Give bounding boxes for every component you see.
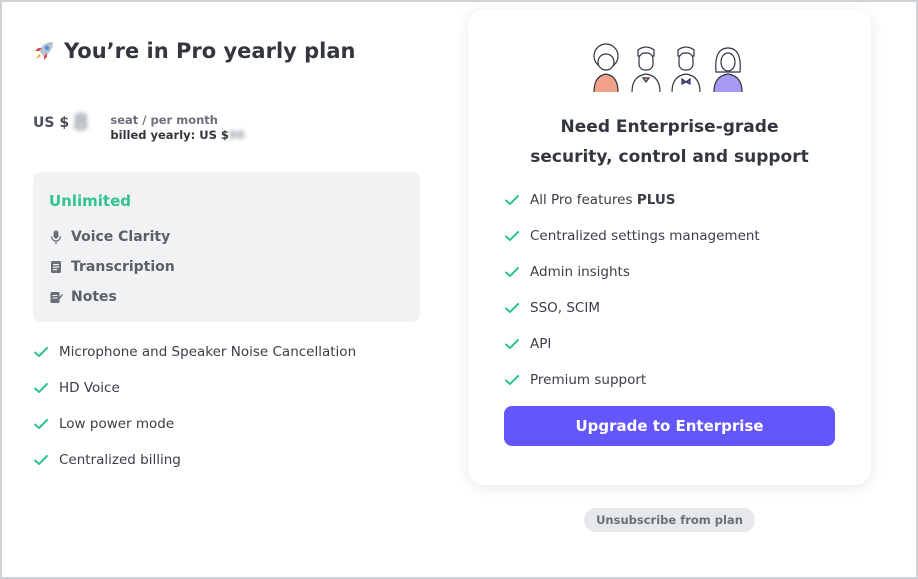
unlimited-item-transcription: Transcription	[49, 252, 404, 282]
unsubscribe-button[interactable]: Unsubscribe from plan	[584, 508, 755, 532]
enterprise-card: Need Enterprise-grade security, control …	[468, 10, 871, 485]
unlimited-item-label: Notes	[71, 289, 117, 305]
feature-label: SSO, SCIM	[530, 300, 600, 316]
feature-item: API	[504, 326, 760, 362]
check-icon	[505, 267, 519, 277]
feature-label: Microphone and Speaker Noise Cancellatio…	[59, 344, 357, 360]
check-icon	[34, 455, 48, 465]
price-amount: 8	[73, 111, 89, 136]
feature-label: HD Voice	[59, 380, 120, 396]
price-currency: US $	[33, 115, 70, 131]
feature-item: Low power mode	[33, 406, 356, 442]
enterprise-feature-list: All Pro features PLUS Centralized settin…	[504, 182, 760, 398]
feature-label: All Pro features PLUS	[530, 192, 676, 208]
document-icon	[51, 261, 61, 273]
plan-title: You’re in Pro yearly plan	[32, 39, 356, 63]
unlimited-item-label: Voice Clarity	[71, 229, 171, 245]
feature-item: Premium support	[504, 362, 760, 398]
check-icon	[505, 375, 519, 385]
feature-item: HD Voice	[33, 370, 356, 406]
feature-item: All Pro features PLUS	[504, 182, 760, 218]
billed-value: 96	[228, 128, 245, 142]
check-icon	[34, 419, 48, 429]
feature-label: Admin insights	[530, 264, 630, 280]
seat-label: seat / per month	[110, 113, 218, 127]
feature-label: API	[530, 336, 552, 352]
billed-label: billed yearly: US $	[110, 128, 229, 142]
check-icon	[34, 347, 48, 357]
unlimited-item-notes: Notes	[49, 282, 404, 312]
microphone-icon	[50, 230, 62, 244]
feature-label: Centralized billing	[59, 452, 181, 468]
upgrade-to-enterprise-button[interactable]: Upgrade to Enterprise	[504, 406, 835, 446]
feature-item: Centralized settings management	[504, 218, 760, 254]
plan-title-text: You’re in Pro yearly plan	[64, 39, 356, 63]
feature-bold: PLUS	[636, 192, 676, 208]
people-illustration	[593, 43, 743, 92]
enterprise-title-line1: Need Enterprise-grade	[560, 117, 779, 137]
feature-item: Centralized billing	[33, 442, 356, 478]
billed-yearly: billed yearly: US $96	[110, 128, 245, 143]
feature-label: Premium support	[530, 372, 647, 388]
feature-item: Admin insights	[504, 254, 760, 290]
notes-icon	[50, 292, 63, 303]
unlimited-item-label: Transcription	[71, 259, 175, 275]
enterprise-title: Need Enterprise-grade security, control …	[468, 112, 871, 172]
pro-feature-list: Microphone and Speaker Noise Cancellatio…	[33, 334, 356, 478]
price-meta: seat / per month billed yearly: US $96	[110, 113, 245, 143]
unlimited-title: Unlimited	[49, 192, 131, 210]
check-icon	[505, 195, 519, 205]
enterprise-title-line2: security, control and support	[530, 147, 809, 167]
feature-text: All Pro features	[530, 192, 637, 208]
check-icon	[505, 303, 519, 313]
feature-label: Low power mode	[59, 416, 175, 432]
rocket-icon	[35, 42, 53, 60]
feature-item: SSO, SCIM	[504, 290, 760, 326]
check-icon	[505, 339, 519, 349]
feature-item: Microphone and Speaker Noise Cancellatio…	[33, 334, 356, 370]
check-icon	[505, 231, 519, 241]
feature-label: Centralized settings management	[530, 228, 760, 244]
price-block: US $ 8 seat / per month billed yearly: U…	[33, 111, 245, 143]
unlimited-item-voice-clarity: Voice Clarity	[49, 222, 404, 252]
unlimited-panel: Unlimited Voice Clarity Transcription No…	[33, 172, 420, 322]
check-icon	[34, 383, 48, 393]
